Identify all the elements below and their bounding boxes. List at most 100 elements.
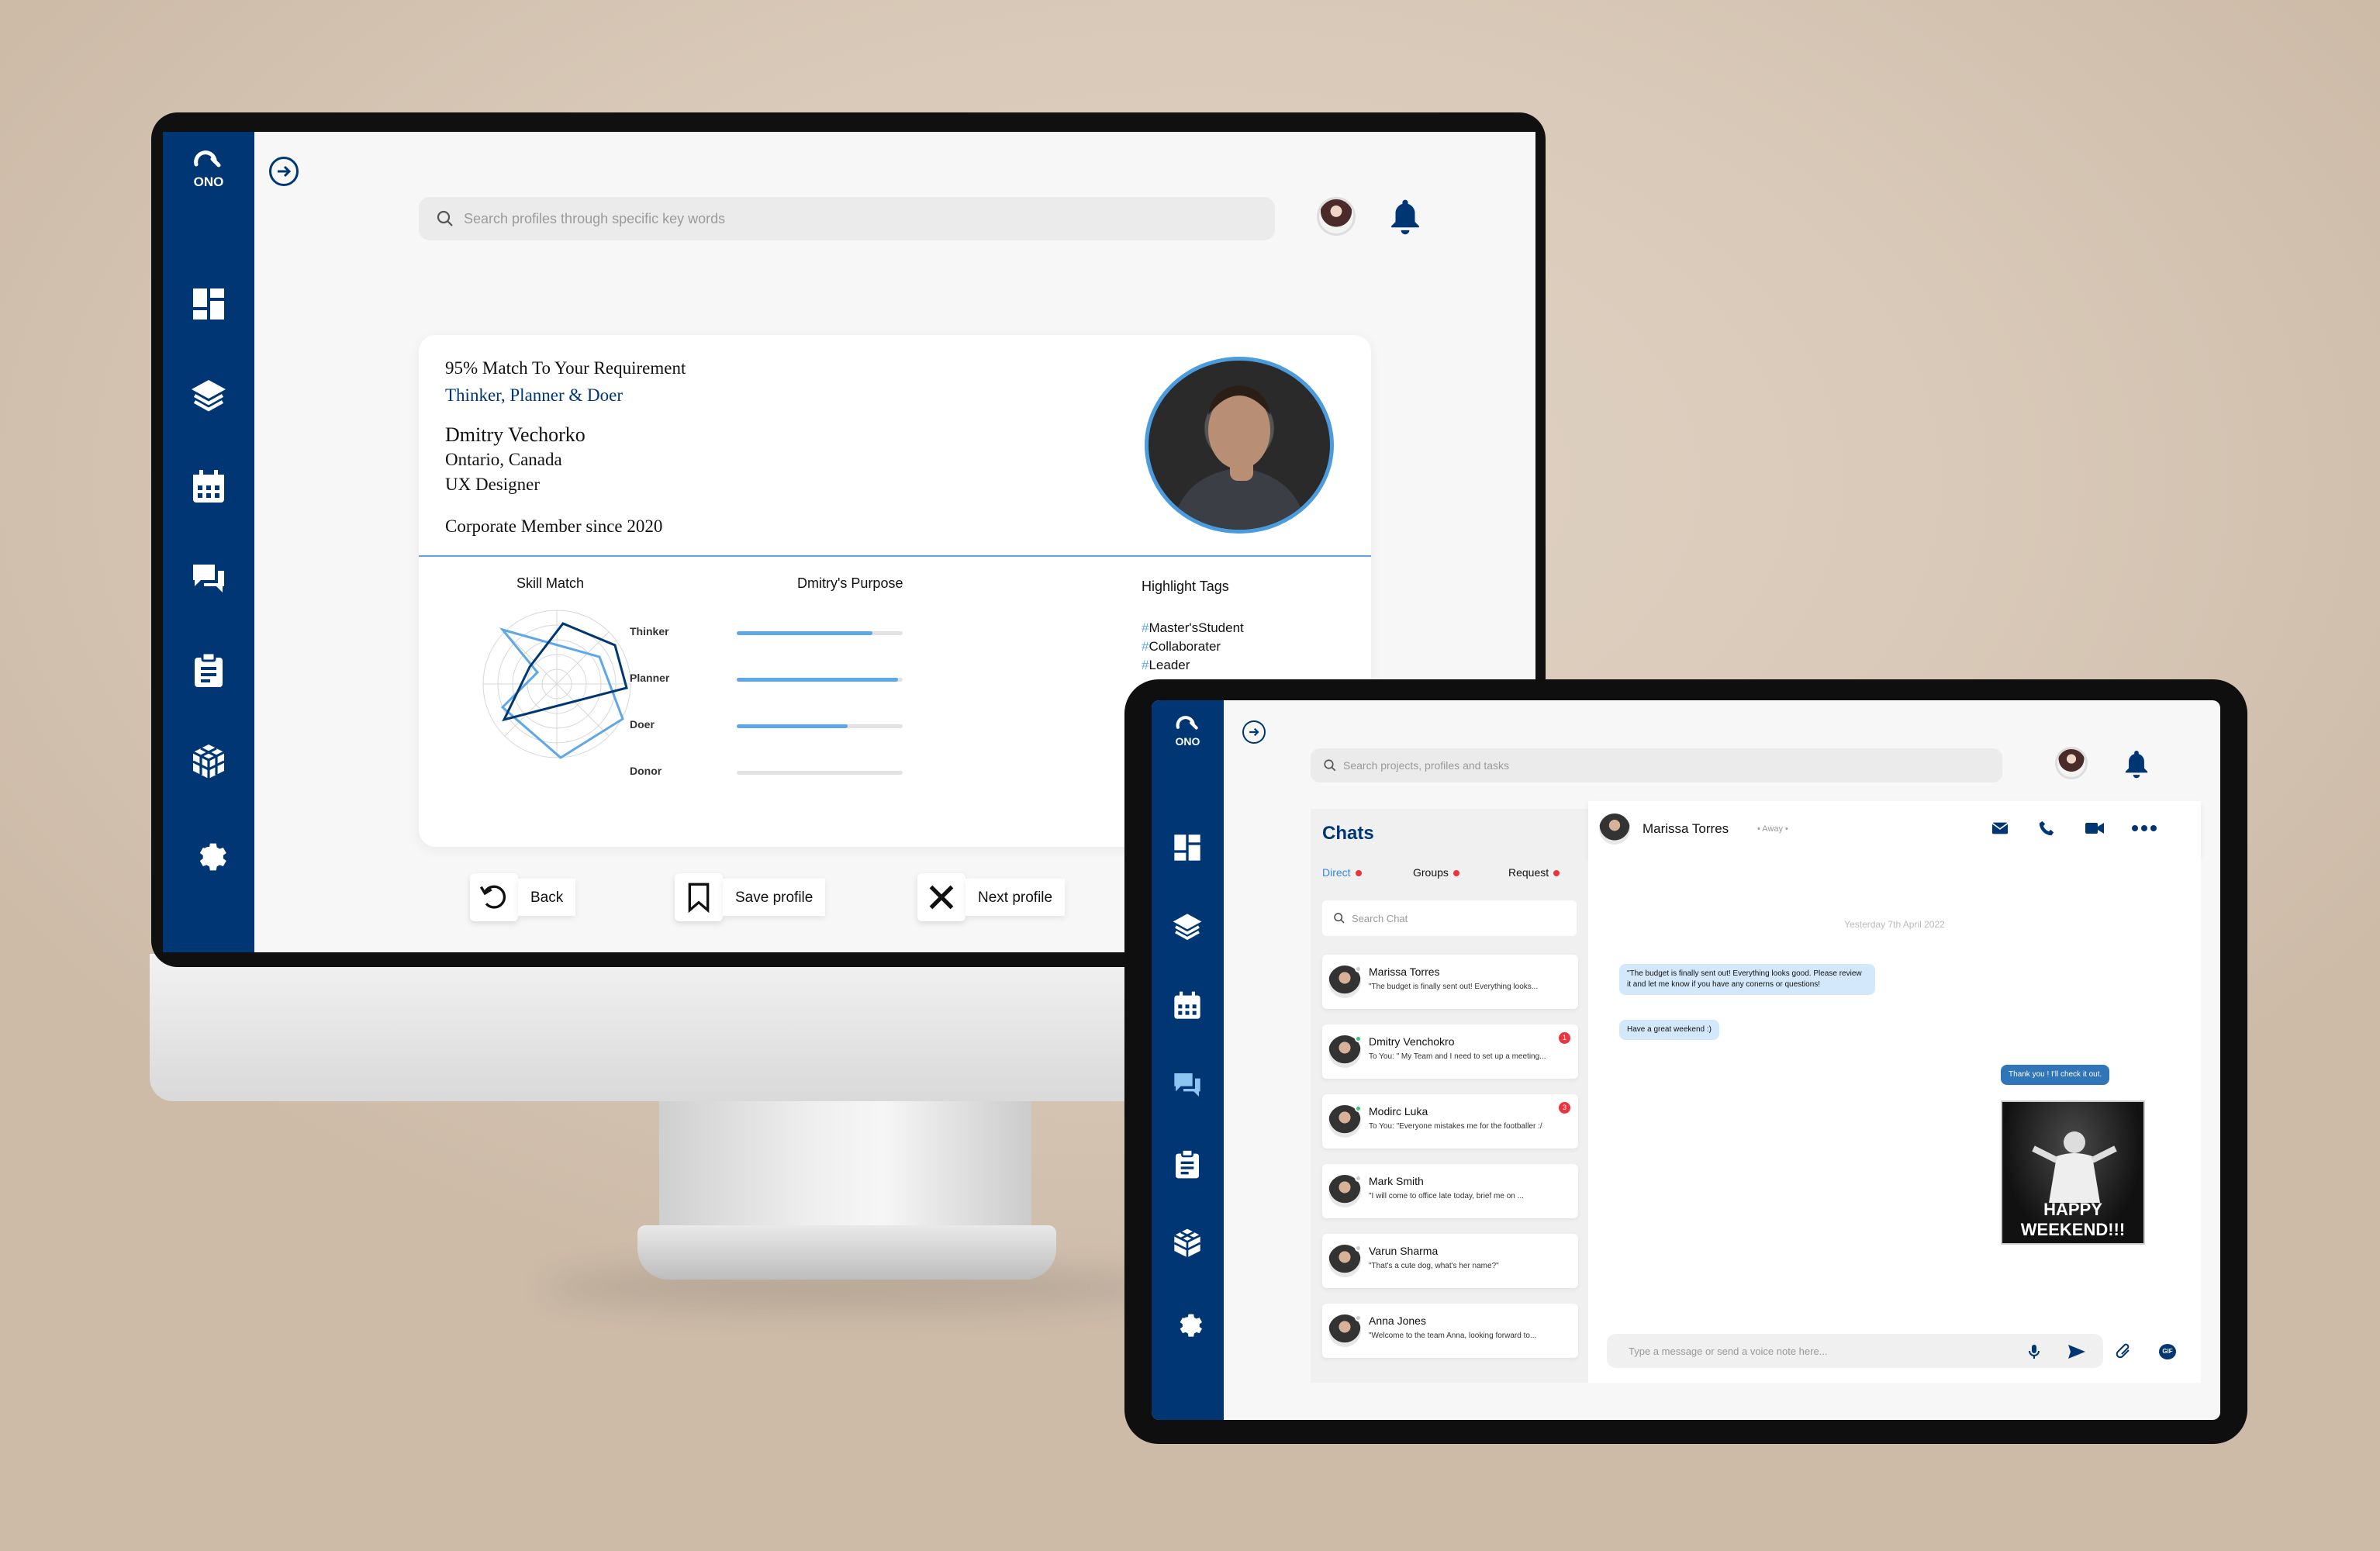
chat-icon[interactable] [188,558,229,599]
outgoing-message: Thank you ! I'll check it out. [2001,1065,2110,1085]
active-chat-name: Marissa Torres [1643,821,1729,836]
clipboard-icon[interactable] [188,650,229,690]
chat-name: Marissa Torres [1369,965,1440,978]
app-logo[interactable]: ONO [163,149,254,190]
chat-preview: "The budget is finally sent out! Everyth… [1369,983,1539,991]
chat-preview: "Welcome to the team Anna, looking forwa… [1369,1332,1537,1340]
presence-dot [1355,965,1362,972]
member-since: Corporate Member since 2020 [445,516,663,536]
unread-badge: 3 [1559,1102,1570,1114]
skill-match-title: Skill Match [516,575,585,591]
chat-list-item[interactable]: Modirc Luka To You: "Everyone mistakes me… [1322,1094,1578,1149]
profile-name: Dmitry Vechorko [445,423,586,446]
arrow-right-icon [278,165,292,178]
purpose-bar-label: Doer [630,718,655,731]
purpose-bar-label: Planner [630,672,670,684]
global-search-input[interactable]: Search projects, profiles and tasks [1311,748,2002,782]
settings-icon[interactable] [1170,1305,1204,1339]
back-button[interactable]: Back [470,873,576,921]
chat-search-placeholder: Search Chat [1352,912,1408,924]
attachment-icon[interactable] [2116,1342,2133,1361]
presence-dot [1355,1105,1362,1112]
profile-traits: Thinker, Planner & Doer [445,385,623,405]
layers-icon[interactable] [1170,910,1204,944]
chat-icon[interactable] [1170,1068,1204,1102]
purpose-bar-track [737,771,903,775]
date-divider: Yesterday 7th April 2022 [1844,919,1945,930]
active-chat-status: • Away • [1757,824,1788,834]
tab-request[interactable]: Request [1508,866,1560,879]
search-placeholder: Search profiles through specific key wor… [464,210,726,226]
save-profile-label: Save profile [723,879,826,916]
chats-title: Chats [1322,823,1374,844]
purpose-title: Dmitry's Purpose [797,575,903,591]
save-profile-button[interactable]: Save profile [675,873,826,921]
profile-location: Ontario, Canada [445,450,562,469]
user-avatar[interactable] [1317,197,1356,236]
profile-role: UX Designer [445,475,540,494]
app-logo[interactable]: ONO [1152,714,1224,748]
skill-radar-chart [482,610,631,759]
chat-name: Anna Jones [1369,1314,1426,1327]
sidebar: ONO [163,132,254,952]
arrow-right-icon [1249,727,1259,737]
dashboard-icon[interactable] [188,284,229,324]
profile-search-input[interactable]: Search profiles through specific key wor… [419,197,1275,240]
search-icon [437,210,453,226]
purpose-bar-track [737,724,903,728]
undo-icon [470,873,518,921]
back-label: Back [518,879,576,916]
user-avatar[interactable] [2055,747,2088,779]
chat-list-item[interactable]: Mark Smith "I will come to office late to… [1322,1164,1578,1218]
search-icon [1324,759,1336,772]
clipboard-icon[interactable] [1170,1147,1204,1181]
expand-sidebar-button[interactable] [269,157,299,186]
tag-item: #Collaborater [1142,639,1221,654]
next-profile-button[interactable]: Next profile [917,873,1066,921]
tab-groups[interactable]: Groups [1413,866,1459,879]
monitor-stand-base [637,1225,1056,1280]
logo-text: ONO [193,174,224,189]
chat-list-item[interactable]: Dmitry Venchokro To You: " My Team and I … [1322,1024,1578,1079]
cubes-icon[interactable] [188,741,229,782]
expand-sidebar-button[interactable] [1242,720,1266,744]
chat-name: Dmitry Venchokro [1369,1035,1455,1048]
incoming-message: "The budget is finally sent out! Everyth… [1619,964,1875,995]
microphone-icon[interactable] [2029,1344,2040,1359]
active-chat-avatar[interactable] [1599,813,1630,845]
gif-button[interactable]: GIF [2159,1344,2176,1359]
calendar-icon[interactable] [1170,989,1204,1023]
sidebar: ONO [1152,700,1224,1420]
dashboard-icon[interactable] [1170,831,1204,865]
bell-icon[interactable] [2123,748,2150,779]
chat-header: Marissa Torres • Away • [1588,801,2201,857]
chat-preview: To You: " My Team and I need to set up a… [1369,1052,1546,1061]
chat-preview: "That's a cute dog, what's her name?" [1369,1262,1499,1270]
presence-dot [1355,1175,1362,1182]
chat-list-item[interactable]: Varun Sharma "That's a cute dog, what's h… [1322,1234,1578,1288]
tag-item: #Master'sStudent [1142,620,1244,635]
chat-list-item[interactable]: Marissa Torres "The budget is finally sen… [1322,955,1578,1009]
more-options-icon[interactable] [2131,824,2157,832]
logo-icon [194,150,221,168]
video-icon[interactable] [2085,821,2105,835]
phone-icon[interactable] [2038,820,2055,837]
match-percentage: 95% Match To Your Requirement [445,358,686,378]
chat-preview: "I will come to office late today, brief… [1369,1192,1524,1200]
layers-icon[interactable] [188,375,229,416]
card-divider [419,555,1371,557]
unread-badge: 1 [1559,1032,1570,1044]
calendar-icon[interactable] [188,467,229,507]
settings-icon[interactable] [188,833,229,873]
tab-direct[interactable]: Direct [1322,866,1362,879]
cubes-icon[interactable] [1170,1226,1204,1260]
gif-caption-line-1: HAPPY [2043,1200,2102,1219]
incoming-message: Have a great weekend :) [1619,1020,1719,1040]
mail-icon[interactable] [1991,821,2009,835]
gif-message[interactable]: HAPPY WEEKEND!!! [2001,1100,2145,1245]
send-icon[interactable] [2067,1344,2086,1359]
bell-icon[interactable] [1388,197,1422,236]
presence-dot [1355,1314,1362,1321]
chat-list-item[interactable]: Anna Jones "Welcome to the team Anna, loo… [1322,1304,1578,1358]
chat-search-input[interactable]: Search Chat [1322,900,1577,936]
